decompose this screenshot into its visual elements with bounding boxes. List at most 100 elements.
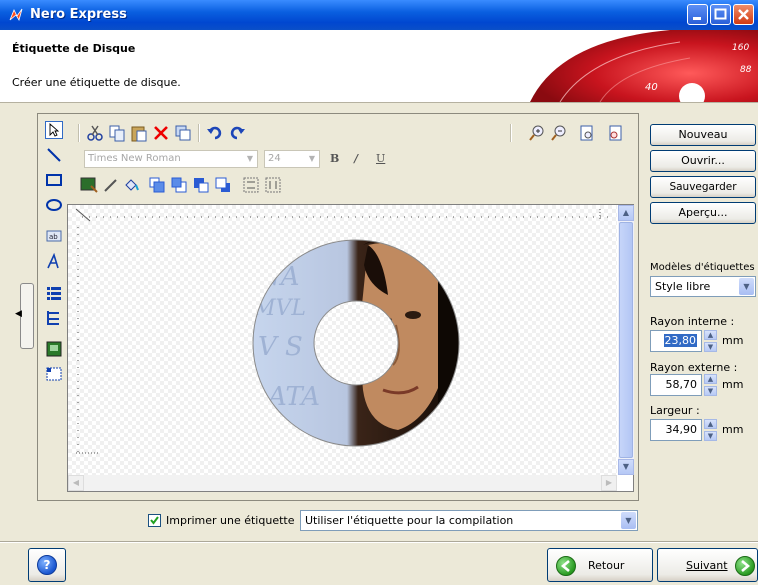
preview-button[interactable]: Aperçu...	[650, 202, 756, 224]
width-unit: mm	[722, 423, 744, 436]
rectangle-icon[interactable]	[45, 171, 63, 189]
redo-icon[interactable]	[228, 124, 246, 142]
spin-up-icon[interactable]: ▲	[704, 374, 717, 384]
tree-text-icon[interactable]	[45, 309, 63, 327]
next-button[interactable]: Suivant	[657, 548, 758, 582]
picture-icon[interactable]	[45, 340, 63, 358]
distribute-icon[interactable]	[264, 176, 282, 194]
maximize-icon	[714, 8, 727, 20]
outer-radius-stepper[interactable]: ▲ ▼	[704, 374, 717, 396]
svg-text:NA: NA	[257, 262, 300, 292]
next-arrow-icon	[735, 556, 755, 576]
maximize-button[interactable]	[710, 4, 731, 25]
outer-radius-field[interactable]: 58,70	[650, 374, 702, 396]
copy-icon[interactable]	[108, 124, 126, 142]
undo-icon[interactable]	[206, 124, 224, 142]
font-size-select[interactable]: 24 ▼	[264, 150, 320, 168]
font-family-select[interactable]: Times New Roman ▼	[84, 150, 258, 168]
pointer-icon[interactable]	[45, 121, 63, 139]
outer-radius-unit: mm	[722, 378, 744, 391]
open-button[interactable]: Ouvrir...	[650, 150, 756, 172]
spin-down-icon[interactable]: ▼	[704, 386, 717, 396]
chevron-down-icon: ▼	[246, 154, 254, 163]
cut-icon[interactable]	[86, 124, 104, 142]
back-button[interactable]: Retour	[547, 548, 653, 582]
bold-button[interactable]: B	[330, 152, 339, 165]
svg-text:V S: V S	[258, 332, 303, 362]
inner-radius-stepper[interactable]: ▲ ▼	[704, 330, 717, 352]
template-select[interactable]: Style libre ▼	[650, 276, 756, 297]
print-label-checkbox[interactable]	[148, 514, 161, 527]
minimize-button[interactable]	[687, 4, 708, 25]
inner-radius-field[interactable]: 23,80	[650, 330, 702, 352]
width-field[interactable]: 34,90	[650, 419, 702, 441]
print-label-text: Imprimer une étiquette	[166, 514, 295, 527]
bring-forward-icon[interactable]	[148, 176, 166, 194]
vertical-scroll-thumb[interactable]	[619, 222, 633, 458]
toolbar-separator	[510, 124, 512, 142]
svg-text:MVL: MVL	[252, 296, 306, 321]
chevron-down-icon: ▼	[621, 512, 636, 529]
align-icon[interactable]	[242, 176, 260, 194]
image-properties-icon[interactable]	[80, 176, 98, 194]
templates-label: Modèles d'étiquettes	[650, 262, 755, 273]
duplicate-icon[interactable]	[174, 124, 192, 142]
scroll-down-button[interactable]: ▼	[618, 459, 634, 475]
svg-text:ATA: ATA	[266, 382, 320, 412]
scroll-right-button[interactable]: ▶	[601, 475, 617, 491]
scroll-up-button[interactable]: ▲	[618, 205, 634, 221]
speedometer-banner-image: 40 88 160	[530, 30, 758, 102]
ellipse-icon[interactable]	[45, 196, 63, 214]
spin-up-icon[interactable]: ▲	[704, 419, 717, 429]
send-to-back-icon[interactable]	[214, 176, 232, 194]
pencil-icon[interactable]	[102, 176, 120, 194]
inner-radius-value: 23,80	[663, 334, 697, 347]
line-icon[interactable]	[45, 146, 63, 164]
scroll-left-button[interactable]: ◀	[68, 475, 84, 491]
zoom-out-icon[interactable]	[550, 124, 568, 142]
svg-text:ab: ab	[49, 233, 58, 241]
chevron-down-icon: ▼	[308, 154, 316, 163]
save-as-button[interactable]: Sauvegarder sous...	[650, 176, 756, 213]
zoom-in-icon[interactable]	[528, 124, 546, 142]
page-header: Étiquette de Disque Créer une étiquette …	[0, 30, 758, 103]
page-subtitle: Créer une étiquette de disque.	[12, 76, 181, 89]
fill-icon[interactable]	[122, 176, 140, 194]
vertical-scrollbar[interactable]: ▲ ▼	[618, 205, 634, 475]
label-canvas[interactable]: NA MVL V S ATA	[68, 205, 617, 475]
toolbar-separator	[78, 124, 80, 142]
list-icon[interactable]	[45, 284, 63, 302]
chevron-down-icon: ▼	[739, 278, 754, 295]
paste-icon[interactable]	[130, 124, 148, 142]
footer-divider	[0, 541, 758, 543]
edit-toolbar	[70, 124, 638, 146]
spin-up-icon[interactable]: ▲	[704, 330, 717, 340]
font-family-value: Times New Roman	[88, 153, 181, 164]
italic-button[interactable]: /	[354, 152, 358, 165]
new-button[interactable]: Nouveau	[650, 124, 756, 146]
spin-down-icon[interactable]: ▼	[704, 431, 717, 441]
width-value: 34,90	[665, 423, 698, 436]
width-stepper[interactable]: ▲ ▼	[704, 419, 717, 441]
svg-text:40: 40	[645, 82, 658, 93]
image-icon[interactable]: ab	[45, 227, 63, 245]
horizontal-scrollbar[interactable]: ◀ ▶	[68, 475, 617, 491]
page-title: Étiquette de Disque	[12, 42, 136, 55]
back-arrow-icon	[556, 556, 576, 576]
text-icon[interactable]	[45, 253, 63, 271]
nero-logo-icon	[9, 8, 23, 22]
disc-artwork: NA MVL V S ATA	[248, 233, 478, 455]
spin-down-icon[interactable]: ▼	[704, 342, 717, 352]
side-panel-toggle[interactable]: ◀	[15, 283, 34, 349]
delete-icon[interactable]	[152, 124, 170, 142]
title-bar: Nero Express	[0, 0, 758, 30]
field-icon[interactable]	[45, 365, 63, 383]
fit-page-icon[interactable]	[578, 124, 596, 142]
close-button[interactable]	[733, 4, 754, 25]
print-preview-icon[interactable]	[606, 124, 624, 142]
underline-button[interactable]: U	[376, 152, 385, 165]
bring-to-front-icon[interactable]	[192, 176, 210, 194]
help-button[interactable]: ?	[28, 548, 66, 582]
label-mode-select[interactable]: Utiliser l'étiquette pour la compilation…	[300, 510, 638, 531]
send-backward-icon[interactable]	[170, 176, 188, 194]
